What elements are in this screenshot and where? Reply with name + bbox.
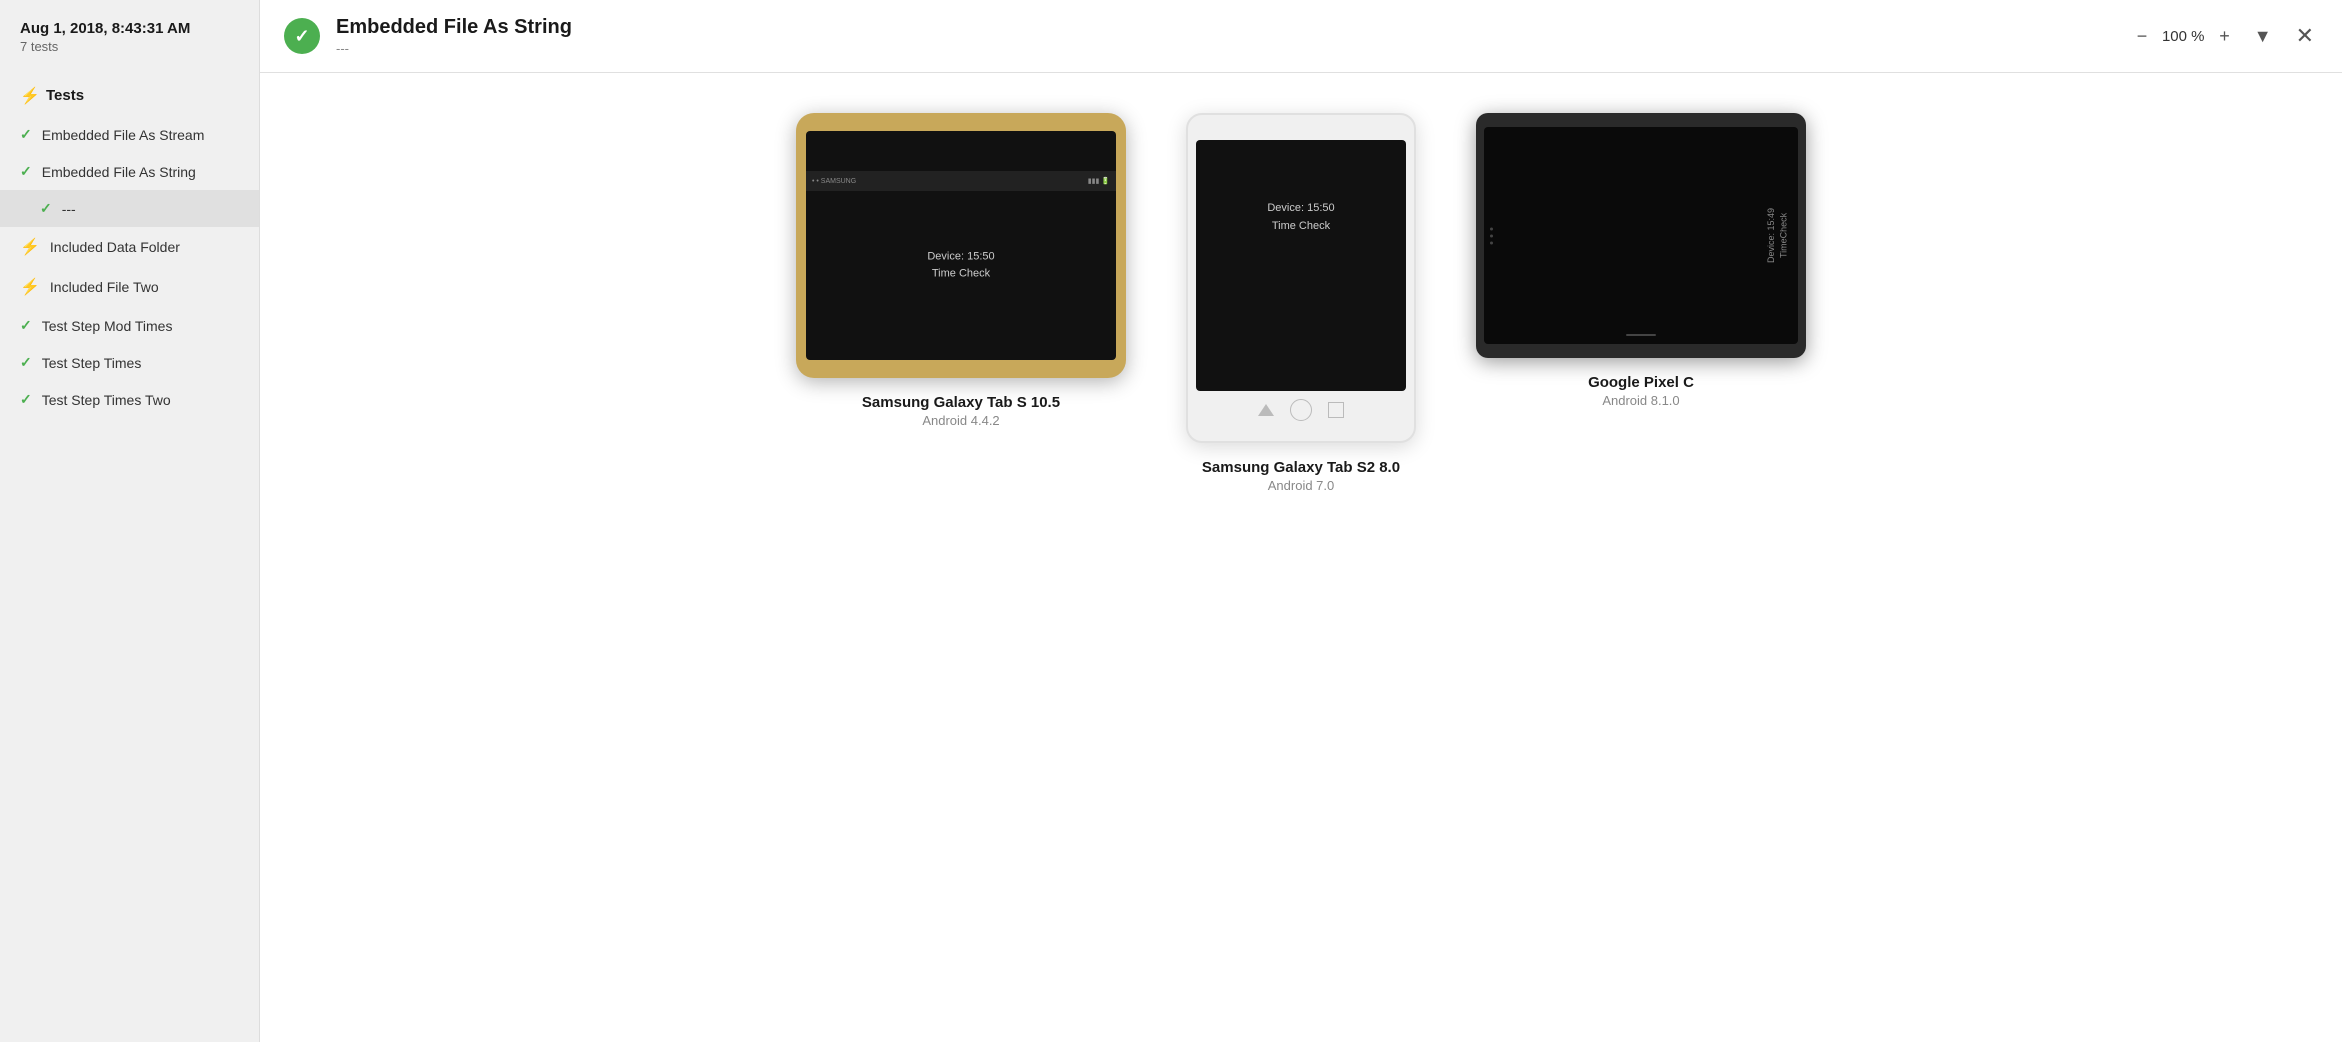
pass-icon: ✓ [20, 317, 32, 334]
pass-indicator: ✓ [284, 18, 320, 54]
device-frame-pixelc: Device: 15:49 TimeCheck [1476, 113, 1806, 358]
device-info: Google Pixel C Android 8.1.0 [1588, 374, 1694, 408]
screen-text: Device: 15:50 Time Check [927, 248, 994, 283]
device-screen: Device: 15:50 Time Check [1196, 140, 1406, 391]
side-dots [1490, 227, 1493, 244]
dot [1490, 227, 1493, 230]
zoom-control: − 100 % + [2133, 22, 2234, 51]
test-title: Embedded File As String [336, 16, 2117, 39]
zoom-out-button[interactable]: − [2133, 22, 2152, 51]
device-name: Samsung Galaxy Tab S 10.5 [862, 394, 1060, 411]
pass-icon: ✓ [20, 163, 32, 180]
device-name: Samsung Galaxy Tab S2 8.0 [1202, 459, 1400, 476]
pass-icon: ✓ [40, 200, 52, 217]
device-card: Device: 15:50 Time Check Samsung Galaxy … [1186, 113, 1416, 493]
sidebar-item-label: Test Step Times Two [42, 392, 171, 408]
status-right: ▮▮▮ 🔋 [1088, 177, 1110, 185]
pass-icon: ✓ [20, 391, 32, 408]
sidebar-item-label: Included File Two [50, 279, 159, 295]
devices-area: • • SAMSUNG ▮▮▮ 🔋 Device: 15:50 Time Che… [260, 73, 2342, 1042]
header-title-block: Embedded File As String --- [336, 16, 2117, 56]
sidebar-item-label: Test Step Times [42, 355, 142, 371]
zoom-value: 100 % [2159, 28, 2207, 45]
sidebar-item-included-data-folder[interactable]: ⚡ Included Data Folder [0, 227, 259, 267]
screen-text: Device: 15:50 Time Check [1267, 200, 1334, 235]
screen-content: Device: 15:50 Time Check [927, 248, 994, 283]
sidebar-item-label: Test Step Mod Times [42, 318, 173, 334]
screen-text-rotated: Device: 15:49 TimeCheck [1765, 208, 1790, 263]
tablet-nav-bar [1258, 391, 1344, 421]
lightning-icon [20, 86, 38, 104]
dot [1490, 241, 1493, 244]
device-screen: Device: 15:49 TimeCheck [1484, 127, 1798, 344]
sidebar-item-label: Included Data Folder [50, 239, 180, 255]
sidebar-section-label: Tests [0, 74, 259, 116]
device-os: Android 7.0 [1202, 478, 1400, 493]
fail-icon: ⚡ [20, 277, 40, 297]
pass-icon: ✓ [20, 354, 32, 371]
device-info: Samsung Galaxy Tab S2 8.0 Android 7.0 [1202, 459, 1400, 493]
test-subtitle: --- [336, 41, 2117, 56]
home-nav [1290, 399, 1312, 421]
device-os: Android 8.1.0 [1588, 393, 1694, 408]
device-frame-samsung-tabs: • • SAMSUNG ▮▮▮ 🔋 Device: 15:50 Time Che… [796, 113, 1126, 378]
screen-inner: • • SAMSUNG ▮▮▮ 🔋 Device: 15:50 Time Che… [806, 171, 1116, 360]
device-card: Device: 15:49 TimeCheck Google Pixel C A… [1476, 113, 1806, 408]
recents-nav [1328, 402, 1344, 418]
sidebar-item-label: Embedded File As Stream [42, 127, 205, 143]
device-frame-samsung-tabs2: Device: 15:50 Time Check [1186, 113, 1416, 443]
filter-button[interactable]: ▼ [2250, 22, 2276, 51]
sidebar-item-test-step-mod-times[interactable]: ✓ Test Step Mod Times [0, 307, 259, 344]
sidebar: Aug 1, 2018, 8:43:31 AM 7 tests Tests ✓ E… [0, 0, 260, 1042]
sidebar-count: 7 tests [20, 39, 239, 54]
close-button[interactable]: ✕ [2292, 19, 2318, 53]
sidebar-item-embedded-file-stream[interactable]: ✓ Embedded File As Stream [0, 116, 259, 153]
sidebar-header: Aug 1, 2018, 8:43:31 AM 7 tests [0, 20, 259, 74]
sidebar-item-embedded-file-string[interactable]: ✓ Embedded File As String [0, 153, 259, 190]
sidebar-item-test-step-times-two[interactable]: ✓ Test Step Times Two [0, 381, 259, 418]
status-bar: • • SAMSUNG ▮▮▮ 🔋 [806, 171, 1116, 191]
header-controls: − 100 % + ▼ ✕ [2133, 19, 2318, 53]
sidebar-item-label: --- [62, 201, 76, 217]
main-panel: ✓ Embedded File As String --- − 100 % + … [260, 0, 2342, 1042]
dot [1490, 234, 1493, 237]
sidebar-item-dashes[interactable]: ✓ --- [0, 190, 259, 227]
bottom-bar-line [1626, 334, 1656, 336]
back-nav [1258, 404, 1274, 416]
main-header: ✓ Embedded File As String --- − 100 % + … [260, 0, 2342, 73]
sidebar-item-test-step-times[interactable]: ✓ Test Step Times [0, 344, 259, 381]
screen-content: Device: 15:50 Time Check [1267, 170, 1334, 235]
device-screen: • • SAMSUNG ▮▮▮ 🔋 Device: 15:50 Time Che… [806, 131, 1116, 360]
status-left: • • SAMSUNG [812, 178, 856, 185]
device-os: Android 4.4.2 [862, 413, 1060, 428]
pass-icon: ✓ [20, 126, 32, 143]
tests-label: Tests [46, 87, 84, 104]
device-card: • • SAMSUNG ▮▮▮ 🔋 Device: 15:50 Time Che… [796, 113, 1126, 428]
device-name: Google Pixel C [1588, 374, 1694, 391]
sidebar-item-included-file-two[interactable]: ⚡ Included File Two [0, 267, 259, 307]
zoom-in-button[interactable]: + [2215, 22, 2234, 51]
sidebar-items-container: ✓ Embedded File As Stream ✓ Embedded File A… [0, 116, 259, 418]
sidebar-item-label: Embedded File As String [42, 164, 196, 180]
device-info: Samsung Galaxy Tab S 10.5 Android 4.4.2 [862, 394, 1060, 428]
fail-icon: ⚡ [20, 237, 40, 257]
sidebar-date: Aug 1, 2018, 8:43:31 AM [20, 20, 239, 37]
